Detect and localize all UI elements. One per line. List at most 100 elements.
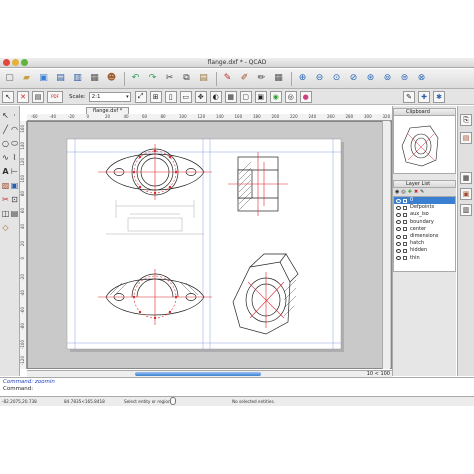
- print-icon[interactable]: ▦: [87, 71, 102, 86]
- circle-tool-icon[interactable]: ○: [1, 138, 10, 150]
- lock-icon[interactable]: [403, 205, 407, 210]
- lock-icon[interactable]: [403, 248, 407, 253]
- line-type-icon[interactable]: ✏: [254, 71, 269, 86]
- eye-icon[interactable]: [396, 256, 401, 261]
- paste-icon[interactable]: ▤: [196, 71, 211, 86]
- page-border-icon[interactable]: ▢: [239, 90, 252, 103]
- spline-tool-icon[interactable]: ∿: [1, 152, 10, 164]
- pen-tool-icon[interactable]: ✎: [220, 71, 235, 86]
- zoom-previous-icon[interactable]: ⊘: [346, 71, 361, 86]
- page-portrait-icon[interactable]: ▯: [164, 90, 177, 103]
- cut-icon[interactable]: ✂: [162, 71, 177, 86]
- layer-row[interactable]: dimensions: [394, 233, 455, 240]
- layer-row[interactable]: Defpoints: [394, 204, 455, 211]
- undo-arrow-icon[interactable]: ↶: [128, 71, 143, 86]
- copy-icon[interactable]: ⧉: [179, 71, 194, 86]
- grayscale-icon[interactable]: ◎: [284, 90, 297, 103]
- color-mode-icon[interactable]: ◉: [269, 90, 282, 103]
- print-icon-small[interactable]: ▤: [32, 90, 44, 103]
- select-arrow-icon[interactable]: ↖: [2, 90, 14, 103]
- layer-row[interactable]: 0: [394, 197, 455, 205]
- layer-row[interactable]: boundary: [394, 219, 455, 226]
- snap-cross-icon[interactable]: ✚: [418, 90, 430, 103]
- lock-icon[interactable]: [403, 234, 407, 239]
- eye-icon[interactable]: [396, 248, 401, 253]
- clipboard-paste-icon[interactable]: ▤: [460, 132, 472, 144]
- dimension-tool-icon[interactable]: ⊢: [10, 166, 19, 178]
- hatch-tool-icon[interactable]: ▨: [1, 180, 10, 192]
- layer-row[interactable]: aux_iso: [394, 211, 455, 218]
- hide-all-layers-icon[interactable]: ◎: [401, 189, 405, 195]
- eye-icon[interactable]: [396, 212, 401, 217]
- fit-page-icon[interactable]: ⤢: [134, 90, 147, 103]
- text-tool-icon[interactable]: A: [1, 166, 10, 178]
- property-editor-icon[interactable]: ▦: [460, 172, 472, 184]
- block-tool-icon[interactable]: ▤: [10, 208, 19, 220]
- edit-layer-icon[interactable]: ✎: [420, 189, 424, 195]
- command-input[interactable]: Command:: [0, 386, 474, 392]
- document-tab[interactable]: flange.dxf *: [86, 107, 130, 114]
- block-list-icon[interactable]: ▣: [460, 188, 472, 200]
- drawing-canvas[interactable]: [27, 121, 392, 369]
- lock-icon[interactable]: [403, 241, 407, 246]
- zoom-redraw-icon[interactable]: ⊗: [414, 71, 429, 86]
- zoom-window-icon[interactable]: [21, 59, 28, 66]
- lock-icon[interactable]: [403, 227, 407, 232]
- redo-arrow-icon[interactable]: ↷: [145, 71, 160, 86]
- modify-tool-icon[interactable]: ✂: [1, 194, 10, 206]
- add-layer-icon[interactable]: ✚: [408, 189, 412, 195]
- ellipse-tool-icon[interactable]: ⬭: [10, 138, 19, 150]
- horizontal-scrollbar[interactable]: 10 < 100: [27, 370, 392, 377]
- polyline-tool-icon[interactable]: ⌇: [10, 152, 19, 164]
- info-tool-icon[interactable]: ◫: [1, 208, 10, 220]
- line-tool-icon[interactable]: ╱: [1, 124, 10, 136]
- close-preview-icon[interactable]: ✕: [17, 90, 29, 103]
- print-preview-icon[interactable]: ☻: [104, 71, 119, 86]
- zoom-selection-icon[interactable]: ⊜: [397, 71, 412, 86]
- lock-icon[interactable]: [403, 256, 407, 261]
- select-pointer-icon[interactable]: ↖: [1, 110, 10, 122]
- center-page-icon[interactable]: ⊞: [149, 90, 162, 103]
- zoom-auto-icon[interactable]: ⊙: [329, 71, 344, 86]
- lock-icon[interactable]: [403, 198, 407, 203]
- layer-row[interactable]: thin: [394, 255, 455, 262]
- remove-layer-icon[interactable]: ✖: [414, 189, 418, 195]
- layer-row[interactable]: hatch: [394, 240, 455, 247]
- save-as-icon[interactable]: ▥: [70, 71, 85, 86]
- open-recent-icon[interactable]: ▣: [36, 71, 51, 86]
- layer-row[interactable]: center: [394, 226, 455, 233]
- move-page-icon[interactable]: ✥: [194, 90, 207, 103]
- show-all-layers-icon[interactable]: ◉: [395, 189, 399, 195]
- eye-icon[interactable]: [396, 198, 401, 203]
- clipboard-copy-icon[interactable]: ⎘: [460, 114, 472, 126]
- eye-icon[interactable]: [396, 227, 401, 232]
- page-landscape-icon[interactable]: ▭: [179, 90, 192, 103]
- grid-off-icon[interactable]: ▦: [224, 90, 237, 103]
- points-icon[interactable]: ·: [10, 110, 19, 122]
- pdf-export-button[interactable]: PDF: [47, 90, 63, 103]
- eye-icon[interactable]: [396, 220, 401, 225]
- properties-icon[interactable]: ▦: [271, 71, 286, 86]
- edit-pencil-icon[interactable]: ✎: [403, 90, 415, 103]
- zoom-window-magnifier-icon[interactable]: ⊛: [363, 71, 378, 86]
- vertical-scrollbar[interactable]: [382, 121, 390, 369]
- library-browser-icon[interactable]: ▥: [460, 204, 472, 216]
- scroll-thumb[interactable]: [135, 372, 261, 376]
- image-tool-icon[interactable]: ▣: [10, 180, 19, 192]
- black-white-icon[interactable]: ◐: [209, 90, 222, 103]
- scale-select[interactable]: 2:1 ▾: [88, 91, 131, 102]
- save-disk-icon[interactable]: ▤: [53, 71, 68, 86]
- snap-tool-icon[interactable]: ✱: [433, 90, 445, 103]
- page-tiles-icon[interactable]: ▣: [254, 90, 267, 103]
- eye-icon[interactable]: [396, 241, 401, 246]
- zoom-pan-icon[interactable]: ⊚: [380, 71, 395, 86]
- eye-icon[interactable]: [396, 234, 401, 239]
- color-icon[interactable]: ●: [299, 90, 312, 103]
- brush-icon[interactable]: ✐: [237, 71, 252, 86]
- layer-row[interactable]: hidden: [394, 247, 455, 254]
- zoom-in-icon[interactable]: ⊕: [295, 71, 310, 86]
- zoom-out-icon[interactable]: ⊖: [312, 71, 327, 86]
- minimize-window-icon[interactable]: [12, 59, 19, 66]
- open-folder-icon[interactable]: ▰: [19, 71, 34, 86]
- new-file-icon[interactable]: ▢: [2, 71, 17, 86]
